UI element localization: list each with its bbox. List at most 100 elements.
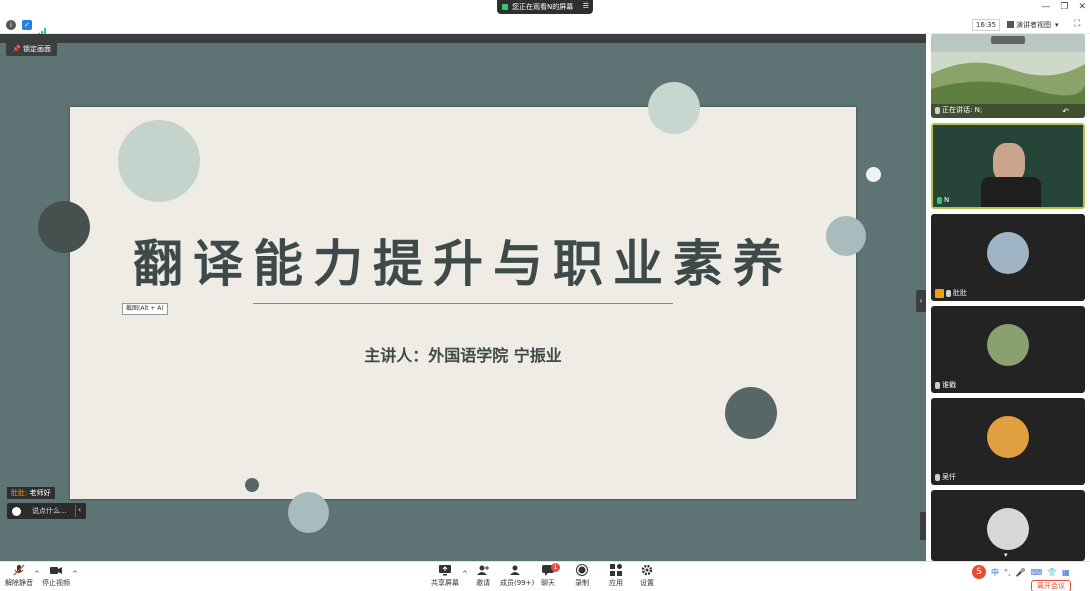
close-icon[interactable]: ✕ [1078, 2, 1086, 12]
unmute-button[interactable]: 解除静音 [4, 564, 34, 588]
members-button[interactable]: 成员(99+) [500, 564, 535, 588]
participant-name-text: 谁戳 [942, 381, 956, 389]
skin-icon[interactable]: 👕 [1047, 568, 1057, 577]
invite-icon [477, 565, 489, 575]
participant-name-text: 肚肚 [953, 289, 967, 297]
screenshot-tooltip: 截图(Alt + A) [122, 303, 168, 315]
pin-icon: 📌 [12, 45, 21, 53]
meeting-clock: 16:35 [972, 19, 1000, 31]
invite-label: 邀请 [476, 579, 490, 587]
unmute-label: 解除静音 [5, 579, 33, 587]
settings-button[interactable]: 设置 [632, 564, 662, 588]
chevron-up-icon[interactable]: ^ [72, 570, 78, 578]
participant-name: 肚肚 [935, 288, 967, 298]
chat-input[interactable]: 说点什么... ‹ [7, 503, 86, 519]
participant-body [981, 177, 1041, 207]
speaking-label-text: 正在讲话: N; [942, 106, 983, 114]
restore-icon[interactable]: ❐ [1060, 2, 1068, 12]
chat-sender: 肚肚: [11, 489, 28, 497]
participant-tile[interactable]: N [931, 123, 1085, 209]
leave-meeting-button[interactable]: 离开会议 [1031, 580, 1071, 591]
shared-screen-area[interactable]: 📌 锁定画面 翻译能力提升与职业素养 主讲人：外国语学院 宁振业 截图(Alt … [0, 34, 926, 561]
chevron-down-icon[interactable]: ▾ [1004, 551, 1008, 559]
share-screen-icon [439, 565, 451, 576]
settings-label: 设置 [640, 579, 654, 587]
mic-muted-icon [935, 381, 940, 389]
host-icon [935, 288, 944, 298]
decor-circle [866, 167, 881, 182]
participant-tile[interactable]: ▾ [931, 490, 1085, 561]
signal-icon[interactable] [38, 21, 47, 36]
speaker-view-button[interactable]: 演讲者视图 ▾ [1007, 19, 1065, 31]
chat-input-divider [75, 505, 76, 517]
minimize-icon[interactable]: — [1041, 2, 1050, 12]
decor-circle [725, 387, 777, 439]
stop-video-button[interactable]: 停止视频 [41, 564, 71, 588]
avatar [987, 508, 1029, 550]
screen-share-status-icon [502, 4, 508, 10]
apps-button[interactable]: 应用 [601, 564, 631, 588]
banner-text: 您正在观看N的屏幕 [512, 3, 574, 11]
shield-icon[interactable]: ✓ [22, 20, 32, 30]
stop-video-label: 停止视频 [42, 579, 70, 587]
participant-tile[interactable]: 吴仟 [931, 398, 1085, 485]
banner-menu-icon[interactable]: ☰ [583, 2, 589, 10]
chevron-left-icon[interactable]: ‹ [78, 505, 81, 514]
viewing-screen-banner[interactable]: 您正在观看N的屏幕 ☰ [497, 0, 593, 14]
members-icon [510, 565, 520, 575]
ime-menu-icon[interactable]: ▦ [1062, 568, 1070, 577]
ime-toolbar[interactable]: S 中 °, 🎤 ⌨ 👕 ▦ [972, 564, 1072, 580]
apps-icon [610, 564, 622, 576]
lock-view-button[interactable]: 📌 锁定画面 [6, 42, 57, 56]
participant-name-text: N [944, 196, 950, 204]
participant-tile[interactable]: 谁戳 [931, 306, 1085, 393]
chat-bubble: 肚肚: 老师好 [7, 487, 55, 499]
emoji-icon[interactable] [12, 507, 21, 516]
speaker-view-label: 演讲者视图 [1016, 21, 1051, 29]
slide-title: 翻译能力提升与职业素养 [133, 234, 793, 293]
chat-button[interactable]: 1 聊天 [533, 563, 563, 588]
chevron-down-icon: ▾ [1055, 21, 1059, 29]
meeting-info-bar: i ✓ 16:35 演讲者视图 ▾ ⛶ [0, 16, 1090, 36]
decor-circle [288, 492, 329, 533]
avatar [987, 232, 1029, 274]
avatar [987, 416, 1029, 458]
members-label: 成员(99+) [500, 579, 535, 587]
participant-sidebar: 正在讲话: N; ↶ N 肚肚 谁戳 吴仟 ▾ [926, 34, 1090, 561]
chevron-up-icon[interactable]: ^ [462, 570, 468, 578]
speaking-label: 正在讲话: N; [935, 105, 982, 115]
lock-view-label: 锁定画面 [22, 45, 51, 53]
active-speaker-tile[interactable]: 正在讲话: N; ↶ [931, 34, 1085, 118]
decor-circle [648, 82, 700, 134]
voice-input-icon[interactable]: 🎤 [1016, 568, 1026, 577]
share-screen-button[interactable]: 共享屏幕 [430, 564, 460, 588]
info-icon[interactable]: i [6, 20, 16, 30]
participant-name: 谁戳 [935, 380, 956, 390]
record-button[interactable]: 录制 [567, 564, 597, 588]
decor-circle [118, 120, 200, 202]
participant-tile[interactable]: 肚肚 [931, 214, 1085, 301]
gear-icon [641, 564, 653, 576]
mic-muted-icon [935, 473, 940, 481]
fullscreen-icon[interactable]: ⛶ [1074, 19, 1080, 29]
sogou-ime-icon[interactable]: S [972, 565, 986, 579]
slide-divider [253, 303, 673, 304]
collapse-sidebar-handle[interactable]: › [916, 290, 926, 312]
record-icon [576, 564, 588, 576]
grid-view-icon [1007, 21, 1014, 28]
chat-label: 聊天 [541, 579, 555, 587]
reply-icon[interactable]: ↶ [1062, 107, 1069, 116]
drag-handle[interactable] [991, 36, 1025, 44]
meeting-toolbar: 解除静音 ^ 停止视频 ^ 共享屏幕 ^ 邀请 成员(99+) 1 聊天 录制 … [0, 561, 1090, 591]
chevron-up-icon[interactable]: ^ [34, 570, 40, 578]
title-bar: 您正在观看N的屏幕 ☰ — ❐ ✕ [0, 0, 1090, 16]
ime-language[interactable]: 中 [991, 567, 999, 578]
mic-off-icon [13, 564, 25, 576]
share-top-strip [0, 34, 926, 43]
punctuation-icon[interactable]: °, [1004, 568, 1011, 577]
avatar [987, 324, 1029, 366]
chat-message-text: 老师好 [27, 489, 51, 497]
keyboard-icon[interactable]: ⌨ [1031, 568, 1043, 577]
invite-button[interactable]: 邀请 [468, 564, 498, 588]
chat-unread-badge: 1 [551, 563, 560, 572]
